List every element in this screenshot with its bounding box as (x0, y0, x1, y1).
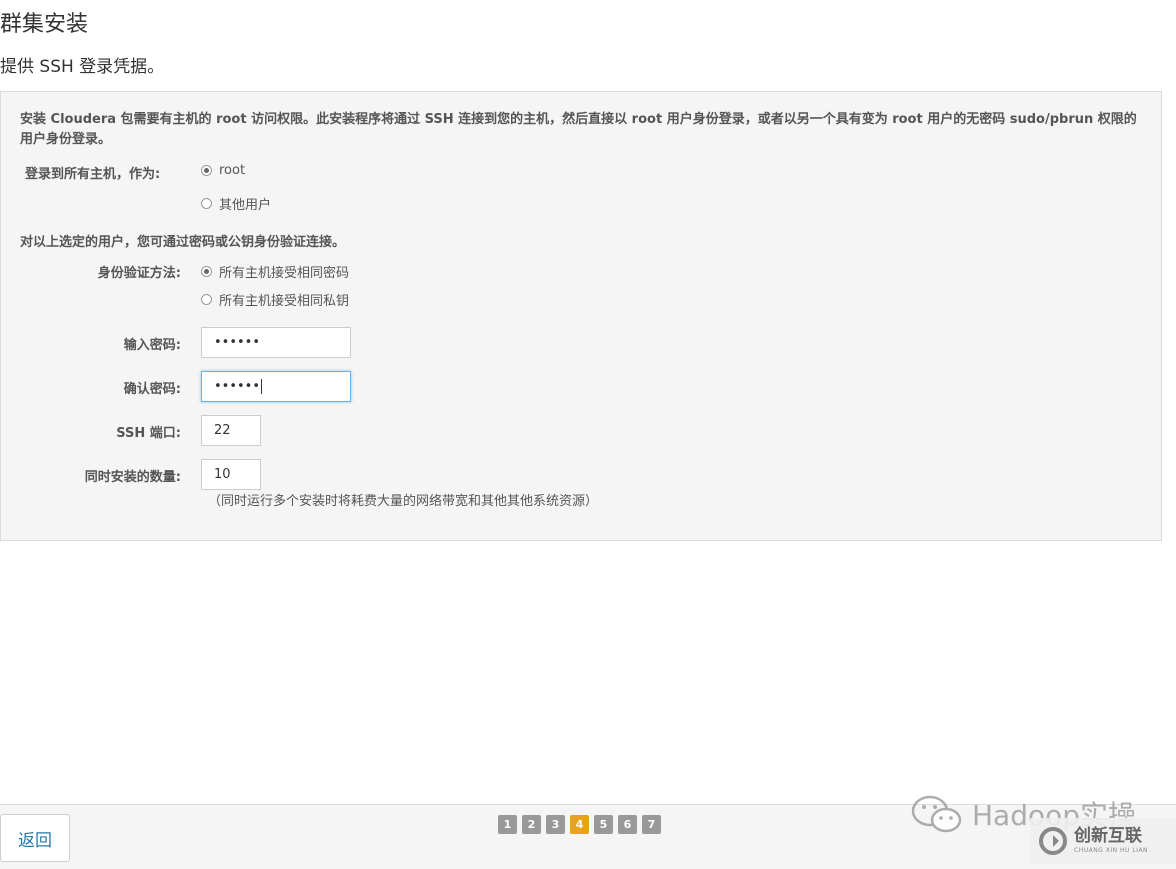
step-1[interactable]: 1 (498, 815, 517, 834)
brand-name: 创新互联 (1074, 826, 1142, 846)
intro-text: 安装 Cloudera 包需要有主机的 root 访问权限。此安装程序将通过 S… (20, 112, 1137, 147)
confirm-password-input[interactable]: •••••• (201, 371, 351, 402)
back-button[interactable]: 返回 (0, 814, 70, 862)
concurrent-installs-hint: （同时运行多个安装时将耗费大量的网络带宽和其他其他系统资源） (208, 494, 599, 509)
login-root-radio[interactable]: root (201, 163, 245, 178)
concurrent-installs-label: 同时安装的数量: (84, 470, 181, 485)
brand-logo: 创新互联 CHUANG XIN HU LIAN (1030, 818, 1176, 864)
auth-same-key-label: 所有主机接受相同私钥 (219, 294, 350, 309)
concurrent-installs-value: 10 (214, 467, 231, 482)
step-4[interactable]: 4 (570, 815, 589, 834)
confirm-password-label: 确认密码: (123, 382, 181, 397)
radio-unchecked-icon[interactable] (201, 198, 212, 209)
ssh-port-label: SSH 端口: (116, 426, 181, 441)
auth-note: 对以上选定的用户，您可通过密码或公钥身份验证连接。 (20, 235, 346, 250)
confirm-password-value: •••••• (214, 379, 261, 394)
password-input[interactable]: •••••• (201, 327, 351, 358)
step-7[interactable]: 7 (642, 815, 661, 834)
auth-same-password-label: 所有主机接受相同密码 (219, 266, 350, 281)
auth-same-key-radio[interactable]: 所有主机接受相同私钥 (201, 290, 349, 309)
login-as-label: 登录到所有主机，作为: (25, 167, 161, 182)
radio-unchecked-icon[interactable] (201, 294, 212, 305)
wechat-icon (911, 795, 962, 833)
auth-same-password-radio[interactable]: 所有主机接受相同密码 (201, 262, 349, 281)
page-title: 群集安装 (0, 12, 89, 37)
page-subtitle: 提供 SSH 登录凭据。 (0, 57, 165, 77)
step-5[interactable]: 5 (594, 815, 613, 834)
radio-checked-icon[interactable] (201, 266, 212, 277)
credentials-panel: 安装 Cloudera 包需要有主机的 root 访问权限。此安装程序将通过 S… (0, 91, 1162, 541)
text-caret (261, 379, 263, 394)
ssh-port-input[interactable]: 22 (201, 415, 261, 446)
brand-logo-icon (1039, 827, 1067, 855)
login-other-user-label: 其他用户 (219, 198, 272, 213)
concurrent-installs-input[interactable]: 10 (201, 459, 261, 490)
step-6[interactable]: 6 (618, 815, 637, 834)
step-3[interactable]: 3 (546, 815, 565, 834)
ssh-port-value: 22 (214, 423, 231, 438)
step-indicator: 1 2 3 4 5 6 7 (498, 815, 661, 834)
radio-checked-icon[interactable] (201, 165, 212, 176)
auth-method-label: 身份验证方法: (97, 266, 181, 281)
password-label: 输入密码: (123, 338, 181, 353)
login-other-user-radio[interactable]: 其他用户 (201, 194, 271, 213)
step-2[interactable]: 2 (522, 815, 541, 834)
password-value: •••••• (214, 335, 261, 350)
brand-name-pinyin: CHUANG XIN HU LIAN (1074, 847, 1149, 854)
login-root-label: root (219, 163, 246, 178)
